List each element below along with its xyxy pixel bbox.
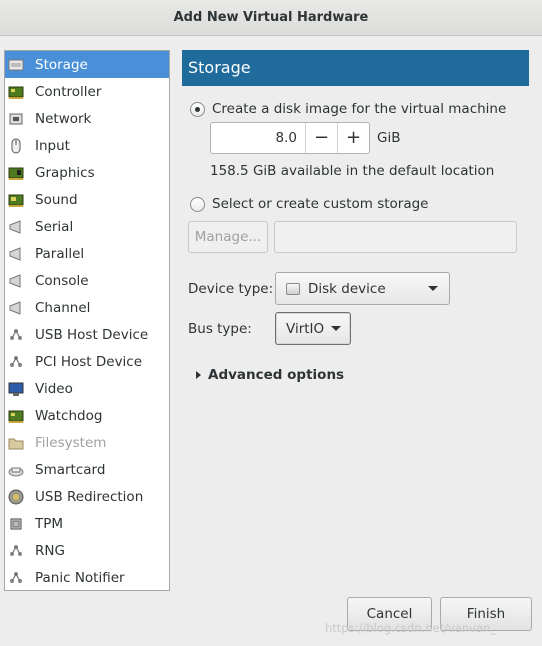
- sidebar-item-network[interactable]: Network: [5, 105, 169, 132]
- sidebar-item-label: Controller: [35, 83, 102, 100]
- video-icon: [8, 381, 24, 397]
- sidebar-item-sound[interactable]: Sound: [5, 186, 169, 213]
- window-title: Add New Virtual Hardware: [0, 0, 542, 36]
- watchdog-icon: [8, 408, 24, 424]
- sidebar-item-label: Network: [35, 110, 92, 127]
- smartcard-icon: [8, 462, 24, 478]
- sidebar-item-channel[interactable]: Channel: [5, 294, 169, 321]
- serial-icon: [8, 219, 24, 235]
- sidebar-item-console[interactable]: Console: [5, 267, 169, 294]
- custom-storage-radio[interactable]: [190, 196, 205, 212]
- sidebar-item-label: Video: [35, 380, 73, 397]
- pci-host-icon: [8, 354, 24, 370]
- sidebar-item-label: Watchdog: [35, 407, 103, 424]
- folder-icon: [8, 435, 24, 451]
- manage-button[interactable]: Manage...: [188, 221, 268, 253]
- disk-device-icon: [286, 282, 300, 295]
- sidebar-item-usb-host-device[interactable]: USB Host Device: [5, 321, 169, 348]
- storage-path-field[interactable]: [274, 221, 517, 253]
- sidebar-item-label: Input: [35, 137, 70, 154]
- sidebar-item-label: USB Host Device: [35, 326, 149, 343]
- sidebar-item-parallel[interactable]: Parallel: [5, 240, 169, 267]
- storage-icon: [8, 57, 24, 73]
- sidebar-item-storage[interactable]: Storage: [5, 51, 169, 78]
- custom-storage-option[interactable]: Select or create custom storage: [190, 196, 428, 212]
- disk-size-value[interactable]: 8.0: [211, 123, 305, 153]
- sidebar-item-label: PCI Host Device: [35, 353, 143, 370]
- sidebar-item-label: Panic Notifier: [35, 569, 125, 586]
- sidebar-item-serial[interactable]: Serial: [5, 213, 169, 240]
- sidebar-item-label: Smartcard: [35, 461, 106, 478]
- sidebar-item-label: USB Redirection: [35, 488, 144, 505]
- device-type-dropdown[interactable]: Disk device: [275, 272, 450, 305]
- available-space-text: 158.5 GiB available in the default locat…: [210, 163, 495, 179]
- section-header: Storage: [182, 50, 529, 86]
- rng-icon: [8, 543, 24, 559]
- expander-arrow-icon: [196, 371, 201, 379]
- sidebar-item-label: TPM: [35, 515, 64, 532]
- tpm-chip-icon: [8, 516, 24, 532]
- sidebar-item-tpm[interactable]: TPM: [5, 510, 169, 537]
- sidebar-item-label: Sound: [35, 191, 78, 208]
- controller-icon: [8, 84, 24, 100]
- device-type-label: Device type:: [188, 281, 274, 297]
- sidebar-item-graphics[interactable]: Graphics: [5, 159, 169, 186]
- chevron-down-icon: [428, 286, 438, 291]
- watermark: https://blog.csdn.net/vanvan_: [325, 621, 497, 635]
- sidebar-item-label: Filesystem: [35, 434, 107, 451]
- create-disk-label: Create a disk image for the virtual mach…: [212, 101, 507, 117]
- advanced-options-label: Advanced options: [208, 367, 345, 383]
- mouse-icon: [8, 138, 24, 154]
- sidebar-item-label: Serial: [35, 218, 74, 235]
- sidebar-item-label: Parallel: [35, 245, 85, 262]
- custom-storage-label: Select or create custom storage: [212, 196, 429, 212]
- bus-type-label: Bus type:: [188, 321, 252, 337]
- advanced-options-expander[interactable]: Advanced options: [196, 367, 344, 383]
- sound-icon: [8, 192, 24, 208]
- create-disk-option[interactable]: Create a disk image for the virtual mach…: [190, 101, 506, 117]
- sidebar-item-panic-notifier[interactable]: Panic Notifier: [5, 564, 169, 591]
- sidebar-item-video[interactable]: Video: [5, 375, 169, 402]
- chevron-down-icon: [331, 326, 341, 331]
- bus-type-value: VirtIO: [286, 320, 325, 337]
- disk-size-spinner[interactable]: 8.0 − +: [210, 122, 370, 154]
- panic-notifier-icon: [8, 570, 24, 586]
- graphics-icon: [8, 165, 24, 181]
- sidebar-item-watchdog[interactable]: Watchdog: [5, 402, 169, 429]
- channel-icon: [8, 300, 24, 316]
- sidebar-item-smartcard[interactable]: Smartcard: [5, 456, 169, 483]
- sidebar-item-label: Console: [35, 272, 89, 289]
- device-type-value: Disk device: [308, 280, 386, 297]
- size-unit: GiB: [377, 130, 401, 146]
- usb-host-icon: [8, 327, 24, 343]
- increment-button[interactable]: +: [337, 123, 369, 153]
- decrement-button[interactable]: −: [305, 123, 337, 153]
- sidebar-item-label: RNG: [35, 542, 65, 559]
- hardware-list: Storage Controller Network Input Graphics Sou…: [4, 50, 170, 591]
- sidebar-item-label: Storage: [35, 56, 88, 73]
- sidebar-item-filesystem[interactable]: Filesystem: [5, 429, 169, 456]
- sidebar-item-pci-host-device[interactable]: PCI Host Device: [5, 348, 169, 375]
- network-icon: [8, 111, 24, 127]
- sidebar-item-controller[interactable]: Controller: [5, 78, 169, 105]
- parallel-icon: [8, 246, 24, 262]
- sidebar-item-label: Graphics: [35, 164, 95, 181]
- create-disk-radio[interactable]: [190, 101, 205, 117]
- sidebar-item-label: Channel: [35, 299, 91, 316]
- bus-type-dropdown[interactable]: VirtIO: [275, 312, 351, 345]
- sidebar-item-rng[interactable]: RNG: [5, 537, 169, 564]
- console-icon: [8, 273, 24, 289]
- sidebar-item-usb-redirection[interactable]: USB Redirection: [5, 483, 169, 510]
- usb-redirection-icon: [8, 489, 24, 505]
- sidebar-item-input[interactable]: Input: [5, 132, 169, 159]
